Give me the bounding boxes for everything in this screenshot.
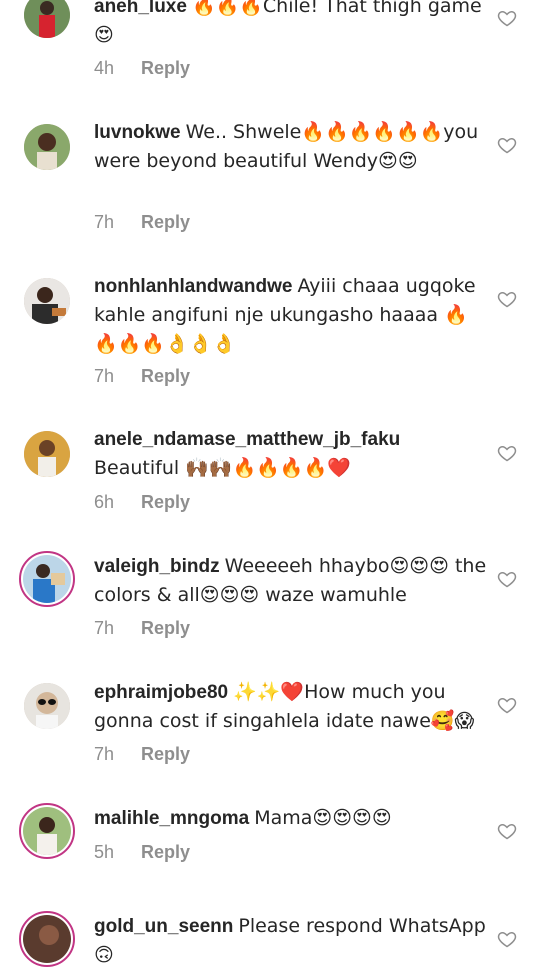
comment-text: malihle_mngoma Mama😍😍😍😍 [94, 804, 490, 833]
like-heart-icon[interactable] [497, 289, 517, 309]
like-heart-icon[interactable] [497, 8, 517, 28]
comment-username[interactable]: luvnokwe [94, 122, 181, 143]
like-heart-icon[interactable] [497, 929, 517, 949]
avatar-image [24, 124, 70, 170]
avatar[interactable] [19, 803, 75, 859]
like-heart-icon[interactable] [497, 135, 517, 155]
comment-time: 7h [94, 366, 115, 386]
comment-text: luvnokwe We.. Shwele🔥🔥🔥🔥🔥🔥you were beyond… [94, 118, 490, 176]
comment-text: ephraimjobe80 ✨✨❤️How much you gonna cost… [94, 678, 490, 736]
comment-text: gold_un_seenn Please respond WhatsApp 🙃 [94, 912, 490, 970]
comment-time: 6h [94, 492, 115, 512]
comment-username[interactable]: gold_un_seenn [94, 916, 233, 937]
avatar-image [24, 0, 70, 38]
comment-username[interactable]: anele_ndamase_matthew_jb_faku [94, 429, 400, 450]
avatar[interactable] [24, 124, 70, 170]
like-heart-icon[interactable] [497, 569, 517, 589]
reply-button[interactable]: Reply [141, 212, 190, 232]
comment-username[interactable]: malihle_mngoma [94, 808, 249, 829]
comment-meta: 7h Reply [94, 741, 190, 767]
comment-username[interactable]: nonhlanhlandwandwe [94, 276, 292, 297]
reply-button[interactable]: Reply [141, 366, 190, 386]
comment-meta: 5h Reply [94, 839, 190, 865]
comment-message: Beautiful 🙌🏾🙌🏾🔥🔥🔥🔥❤️ [94, 457, 351, 479]
like-heart-icon[interactable] [497, 443, 517, 463]
avatar[interactable] [24, 683, 70, 729]
like-heart-icon[interactable] [497, 821, 517, 841]
comment-text: anele_ndamase_matthew_jb_faku Beautiful 🙌… [94, 426, 490, 483]
reply-button[interactable]: Reply [141, 618, 190, 638]
like-heart-icon[interactable] [497, 695, 517, 715]
comment-time: 4h [94, 58, 115, 78]
comment-time: 7h [94, 618, 115, 638]
reply-button[interactable]: Reply [141, 492, 190, 512]
avatar-image [23, 807, 71, 855]
comment-username[interactable]: aneh_luxe [94, 0, 187, 17]
comment-meta: 7h Reply [94, 615, 190, 641]
comment-time: 7h [94, 744, 115, 764]
comment-text: aneh_luxe 🔥🔥🔥Chile! That thigh game 😍 [94, 0, 490, 50]
comment-meta: 6h Reply [94, 489, 190, 515]
avatar-image [23, 915, 71, 963]
reply-button[interactable]: Reply [141, 842, 190, 862]
reply-button[interactable]: Reply [141, 744, 190, 764]
comment-meta: 7h Reply [94, 363, 190, 389]
comment-meta: 4h Reply [94, 55, 190, 81]
avatar[interactable] [19, 911, 75, 967]
avatar-image [23, 555, 71, 603]
comment-time: 5h [94, 842, 115, 862]
avatar[interactable] [24, 278, 70, 324]
reply-button[interactable]: Reply [141, 58, 190, 78]
comment-username[interactable]: valeigh_bindz [94, 556, 220, 577]
comment-username[interactable]: ephraimjobe80 [94, 682, 228, 703]
avatar-image [24, 431, 70, 477]
avatar[interactable] [19, 551, 75, 607]
avatar[interactable] [24, 0, 70, 38]
comment-text: valeigh_bindz Weeeeeh hhaybo😍😍😍 the color… [94, 552, 490, 610]
comment-meta: 7h Reply [94, 209, 190, 235]
avatar-image [24, 683, 70, 729]
comment-text: nonhlanhlandwandwe Ayiii chaaa ugqoke kah… [94, 272, 490, 359]
comment-message: Mama😍😍😍😍 [254, 807, 392, 829]
avatar-image [24, 278, 70, 324]
comment-time: 7h [94, 212, 115, 232]
avatar[interactable] [24, 431, 70, 477]
